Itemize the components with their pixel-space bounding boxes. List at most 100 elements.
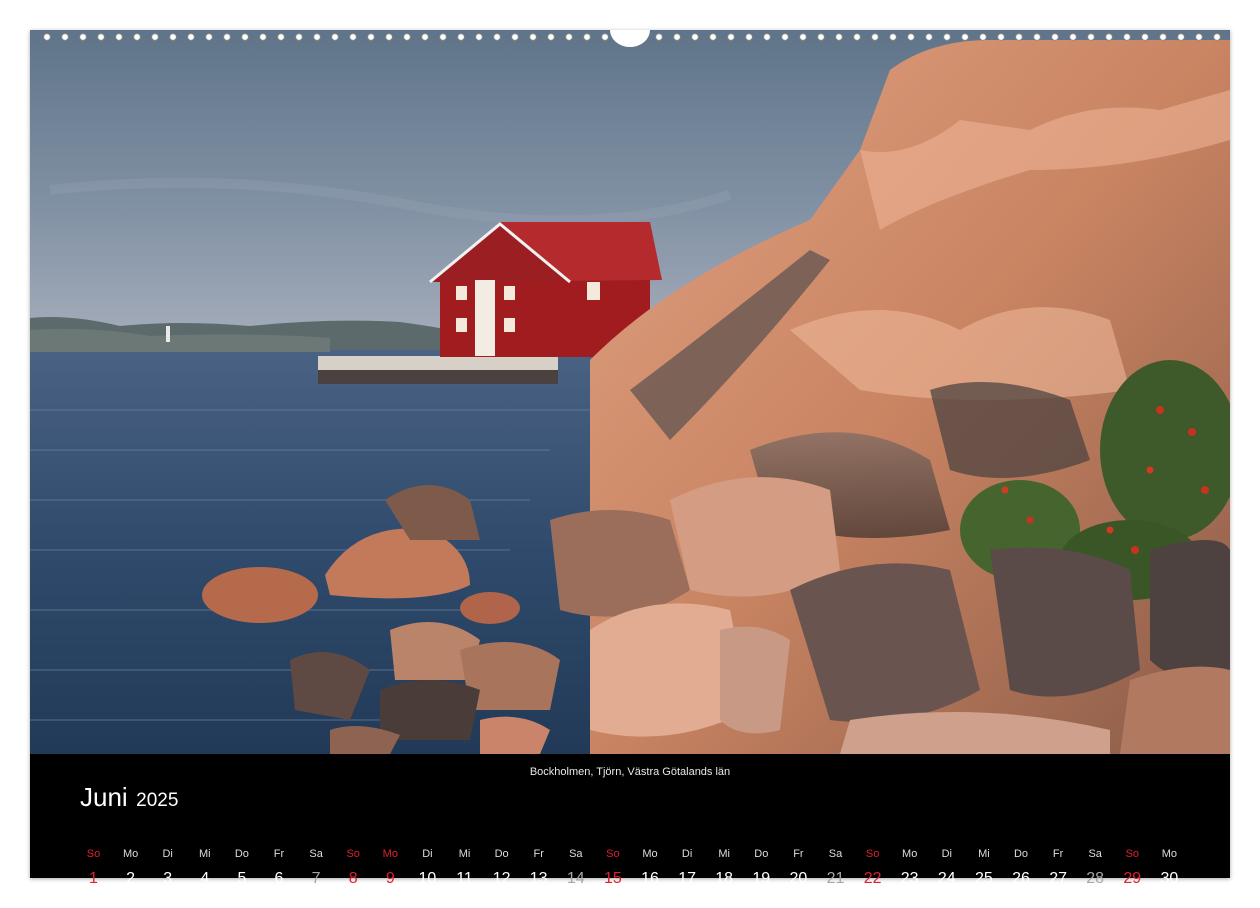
binding-hole: [349, 33, 357, 41]
binding-hole: [1087, 33, 1095, 41]
month-year: 2025: [136, 790, 179, 811]
binding-hole: [853, 33, 861, 41]
binding-hole: [691, 33, 699, 41]
day-number: 13: [529, 870, 548, 887]
weekday-label: Di: [162, 848, 173, 860]
day-number: 22: [863, 870, 882, 887]
binding-hole: [673, 33, 681, 41]
binding-hole: [79, 33, 87, 41]
weekday-label: Do: [754, 848, 769, 860]
binding-hole: [187, 33, 195, 41]
day-number: 15: [603, 870, 622, 887]
binding-hole: [295, 33, 303, 41]
binding-hole: [871, 33, 879, 41]
weekday-label: Mi: [978, 848, 990, 860]
binding-hole: [1123, 33, 1131, 41]
day-number: 19: [752, 870, 771, 887]
binding-hole: [511, 33, 519, 41]
binding-hole: [601, 33, 609, 41]
day-number: 7: [311, 870, 321, 887]
weekday-label: Fr: [1052, 848, 1064, 860]
day-number: 2: [126, 870, 136, 887]
binding-hole: [943, 33, 951, 41]
day-number: 10: [418, 870, 437, 887]
weekday-label: Sa: [309, 848, 323, 860]
day-number: 24: [937, 870, 956, 887]
binding-hole: [1105, 33, 1113, 41]
binding-hole: [1033, 33, 1041, 41]
binding-hole: [277, 33, 285, 41]
binding-hole: [133, 33, 141, 41]
binding-hole: [781, 33, 789, 41]
binding-hole: [1195, 33, 1203, 41]
weekday-label: Mo: [902, 848, 918, 860]
weekday-label: Di: [941, 848, 952, 860]
month-title: Juni 2025: [80, 782, 178, 813]
weekday-label: Mi: [198, 848, 211, 860]
binding-hole: [979, 33, 987, 41]
weekday-label: So: [606, 848, 620, 860]
binding-hole: [475, 33, 483, 41]
spiral-binding-icon: [30, 30, 1230, 48]
binding-hole: [115, 33, 123, 41]
month-name: Juni: [80, 782, 128, 812]
weekday-label: Sa: [569, 848, 583, 860]
weekday-label: Mo: [122, 848, 139, 860]
day-number: 30: [1160, 870, 1179, 887]
binding-hole: [709, 33, 717, 41]
calendar-strip: Bockholmen, Tjörn, Västra Götalands län …: [30, 754, 1230, 887]
day-number: 23: [900, 870, 919, 887]
weekday-label: Mo: [382, 848, 398, 860]
weekday-label: Sa: [1088, 848, 1102, 860]
weekday-label: So: [1125, 848, 1140, 860]
weekday-label: So: [86, 848, 101, 860]
binding-hole: [529, 33, 537, 41]
weekday-label: Do: [494, 848, 509, 860]
landscape-photo: [30, 30, 1230, 754]
binding-hole: [223, 33, 231, 41]
binding-hole: [565, 33, 573, 41]
binding-hole: [151, 33, 159, 41]
binding-hole: [439, 33, 447, 41]
weekday-label: Di: [422, 848, 433, 860]
binding-hole: [547, 33, 555, 41]
day-number: 27: [1049, 870, 1067, 887]
binding-hole: [403, 33, 411, 41]
hanger-notch: [610, 30, 650, 47]
day-number: 18: [715, 870, 734, 887]
binding-hole: [889, 33, 897, 41]
lighthouse: [166, 326, 170, 342]
binding-hole: [1069, 33, 1077, 41]
binding-hole: [1177, 33, 1185, 41]
binding-hole: [493, 33, 501, 41]
weekday-label: Fr: [793, 848, 804, 860]
binding-hole: [241, 33, 249, 41]
weekday-label: Sa: [828, 848, 843, 860]
binding-hole: [583, 33, 591, 41]
binding-hole: [1051, 33, 1059, 41]
day-number: 1: [89, 870, 98, 887]
binding-hole: [1159, 33, 1167, 41]
binding-hole: [1213, 33, 1221, 41]
binding-hole: [817, 33, 825, 41]
binding-hole: [61, 33, 69, 41]
weekday-label: Mi: [718, 848, 730, 860]
binding-hole: [745, 33, 753, 41]
binding-hole: [97, 33, 105, 41]
weekday-label: Fr: [533, 848, 544, 860]
binding-hole: [331, 33, 339, 41]
binding-hole: [205, 33, 213, 41]
day-number: 4: [200, 870, 210, 887]
binding-hole: [727, 33, 735, 41]
weekday-label: So: [865, 848, 880, 860]
calendar-page: Bockholmen, Tjörn, Västra Götalands län …: [30, 30, 1230, 887]
day-number: 11: [456, 870, 473, 887]
binding-hole: [835, 33, 843, 41]
day-number: 26: [1012, 870, 1030, 887]
day-number: 5: [237, 870, 247, 887]
weekday-label: Mo: [642, 848, 658, 860]
photo-caption: Bockholmen, Tjörn, Västra Götalands län: [529, 766, 731, 778]
binding-hole: [385, 33, 393, 41]
day-number: 3: [163, 870, 173, 887]
binding-hole: [169, 33, 177, 41]
